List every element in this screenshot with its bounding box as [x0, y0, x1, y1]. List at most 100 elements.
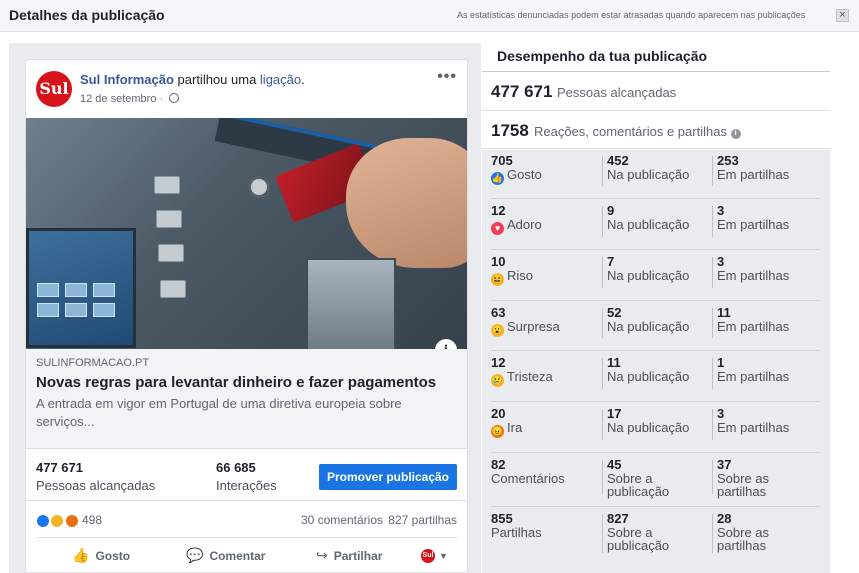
on-shares-label: Em partilhas: [717, 369, 790, 384]
reaction-label: Surpresa: [507, 319, 560, 334]
total-label: ♥ Adoro: [491, 218, 542, 235]
on-post-value: 11: [607, 355, 621, 370]
on-shares-cell: 253 Em partilhas: [717, 153, 807, 181]
atm-screen-graphic: [26, 228, 136, 348]
on-shares-value: 3: [717, 406, 725, 421]
link-domain: SULINFORMACAO.PT: [36, 357, 150, 369]
info-icon[interactable]: i: [730, 129, 741, 139]
breakdown-row: 12 ♥ Adoro 9 Na publicação 3 Em partilhas: [491, 203, 820, 250]
love-reaction-icon: ♥: [491, 222, 504, 235]
link-description: A entrada em vigor em Portugal de uma di…: [36, 396, 402, 429]
column-divider: [712, 514, 713, 553]
total-label: Partilhas: [491, 526, 542, 539]
on-post-label: Na publicação: [607, 217, 690, 232]
breakdown-row: 20 😠 Ira 17 Na publicação 3 Em partilhas: [491, 406, 820, 453]
reach-total: 477 671: [491, 82, 553, 101]
comments-count[interactable]: 30 comentários: [301, 513, 383, 527]
column-divider: [602, 514, 603, 553]
atm-panel-graphic: [306, 258, 396, 349]
on-post-label: Na publicação: [607, 167, 690, 182]
link-image[interactable]: [26, 118, 467, 349]
on-post-label: Na publicação: [607, 268, 690, 283]
total-value: 12: [491, 203, 506, 218]
on-post-cell: 7 Na publicação: [607, 254, 697, 282]
post-menu-button[interactable]: •••: [437, 68, 457, 86]
promote-post-button[interactable]: Promover publicação: [319, 464, 457, 490]
on-shares-label: Em partilhas: [717, 167, 790, 182]
page-name-link[interactable]: Sul Informação: [80, 72, 174, 87]
reaction-label: Tristeza: [507, 369, 553, 384]
total-cell: 63 😮 Surpresa: [491, 305, 560, 337]
reaction-label: Partilhas: [491, 525, 542, 540]
angry-reaction-icon: [64, 513, 79, 528]
total-label: 👍 Gosto: [491, 168, 542, 185]
date-separator: ·: [156, 93, 167, 105]
post-date: 12 de setembro ·: [80, 93, 180, 105]
share-button[interactable]: ↪ Partilhar: [316, 547, 382, 564]
column-divider: [602, 308, 603, 338]
share-label: Partilhar: [333, 549, 383, 563]
on-shares-cell: 3 Em partilhas: [717, 406, 807, 434]
link-word[interactable]: ligação: [260, 72, 301, 87]
on-shares-cell: 37 Sobre as partilhas: [717, 457, 807, 498]
column-divider: [602, 206, 603, 237]
reaction-label: Adoro: [507, 217, 542, 232]
interactions-value: 66 685: [216, 460, 256, 475]
performance-title: Desempenho da tua publicação: [497, 48, 708, 64]
haha-reaction-icon: 😆: [491, 273, 504, 286]
like-button[interactable]: 👍 Gosto: [72, 547, 130, 564]
reaction-label: Comentários: [491, 471, 565, 486]
link-preview-meta[interactable]: SULINFORMACAO.PT Novas regras para levan…: [26, 349, 467, 449]
on-post-cell: 45 Sobre a publicação: [607, 457, 697, 498]
column-divider: [712, 156, 713, 186]
reactions-summary: 498 30 comentários 827 partilhas: [26, 506, 467, 534]
interaction-breakdown: 705 👍 Gosto 452 Na publicação 253 Em partilhas…: [482, 150, 830, 573]
page-avatar[interactable]: Sul: [36, 71, 72, 107]
globe-icon: [169, 93, 180, 103]
share-arrow-icon: ↪: [316, 547, 328, 563]
on-post-value: 52: [607, 305, 622, 320]
total-cell: 12 ♥ Adoro: [491, 203, 542, 235]
reach-total-label: Pessoas alcançadas: [557, 85, 677, 100]
page-selector[interactable]: Sul ▼: [421, 547, 448, 565]
total-value: 12: [491, 355, 506, 370]
reaction-label: Gosto: [507, 167, 542, 182]
like-reaction-icon: 👍: [491, 172, 504, 185]
total-value: 82: [491, 457, 506, 472]
reaction-icons[interactable]: [36, 512, 79, 528]
page-mini-avatar: Sul: [421, 548, 435, 563]
post-insights-row: 477 671 Pessoas alcançadas 66 685 Intera…: [26, 452, 467, 501]
column-divider: [712, 358, 713, 389]
on-shares-label: Sobre as partilhas: [717, 471, 770, 499]
total-cell: 705 👍 Gosto: [491, 153, 542, 185]
comment-label: Comentar: [209, 549, 266, 563]
column-divider: [602, 409, 603, 440]
link-title: Novas regras para levantar dinheiro e fa…: [36, 374, 437, 391]
on-shares-cell: 1 Em partilhas: [717, 355, 807, 383]
comment-button[interactable]: 💬 Comentar: [186, 547, 265, 564]
on-post-cell: 827 Sobre a publicação: [607, 511, 697, 552]
total-value: 63: [491, 305, 506, 320]
shares-count[interactable]: 827 partilhas: [388, 513, 457, 527]
post-date-link[interactable]: 12 de setembro: [80, 93, 156, 105]
reaction-count[interactable]: 498: [82, 513, 102, 527]
column-divider: [712, 460, 713, 494]
on-shares-value: 37: [717, 457, 732, 472]
post-card: Sul Sul Informação partilhou uma ligação…: [25, 59, 468, 573]
on-post-cell: 9 Na publicação: [607, 203, 697, 231]
on-post-value: 452: [607, 153, 629, 168]
on-post-value: 45: [607, 457, 622, 472]
sad-reaction-icon: 😢: [491, 374, 504, 387]
close-button[interactable]: ×: [836, 9, 849, 22]
reaction-label: Ira: [507, 420, 523, 435]
column-divider: [712, 257, 713, 288]
on-shares-value: 3: [717, 254, 725, 269]
interactions-summary: 1758 Reações, comentários e partilhas i: [482, 111, 830, 149]
like-reaction-icon: [36, 513, 50, 528]
column-divider: [602, 460, 603, 494]
on-post-label: Na publicação: [607, 369, 690, 384]
post-action-text: partilhou uma: [173, 72, 260, 87]
column-divider: [602, 156, 603, 186]
on-shares-label: Em partilhas: [717, 319, 790, 334]
breakdown-row: 10 😆 Riso 7 Na publicação 3 Em partilhas: [491, 254, 820, 301]
